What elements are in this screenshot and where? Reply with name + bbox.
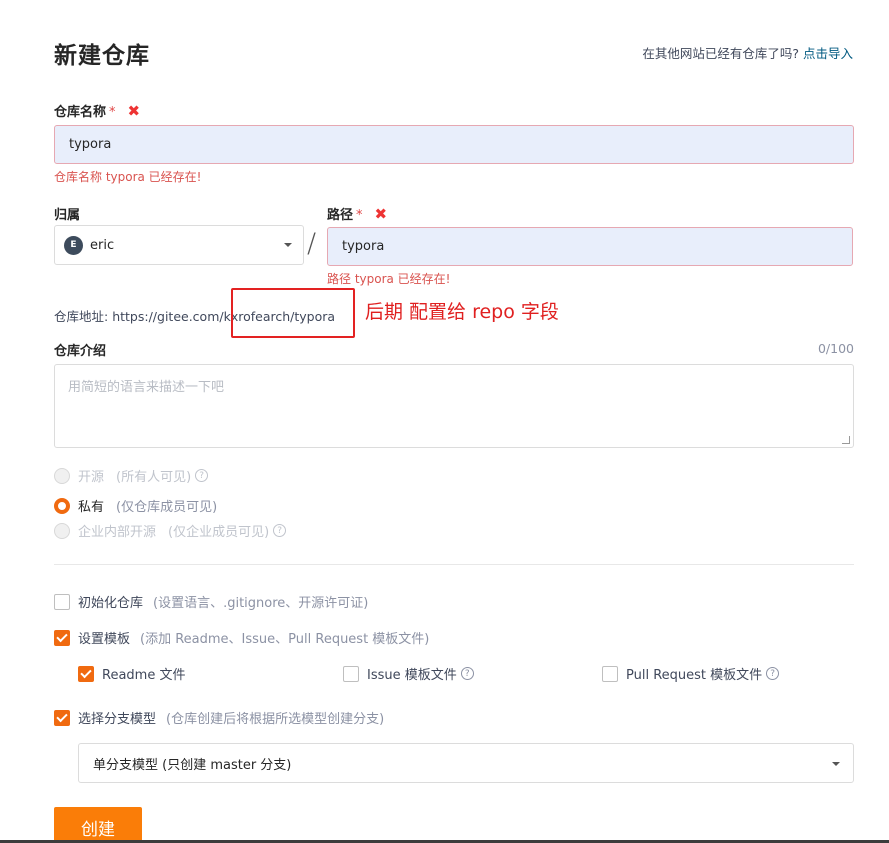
checkbox-icon	[602, 665, 618, 682]
checkbox-checked-icon	[78, 665, 94, 682]
description-counter: 0/100	[817, 341, 854, 356]
init-repo-checkbox[interactable]: 初始化仓库 (设置语言、.gitignore、开源许可证)	[54, 592, 368, 611]
radio-icon	[54, 522, 70, 539]
help-icon[interactable]: ?	[273, 524, 287, 537]
repo-name-input[interactable]: typora	[54, 125, 854, 164]
readme-checkbox[interactable]: Readme 文件	[78, 664, 185, 683]
branch-model-value: 单分支模型 (只创建 master 分支)	[93, 757, 292, 773]
page-title: 新建仓库	[54, 43, 150, 69]
divider	[54, 564, 854, 565]
path-error: 路径 typora 已经存在!	[327, 272, 451, 286]
description-textarea[interactable]: 用简短的语言来描述一下吧	[54, 364, 854, 448]
checkbox-icon	[343, 665, 359, 682]
description-label: 仓库介绍	[54, 344, 107, 359]
owner-select[interactable]: E eric	[54, 225, 304, 265]
radio-icon	[54, 467, 70, 484]
chevron-down-icon	[284, 243, 292, 247]
help-icon[interactable]: ?	[766, 667, 780, 680]
path-input[interactable]: typora	[327, 227, 853, 266]
annotation-highlight-box	[231, 288, 355, 338]
checkbox-checked-icon	[54, 709, 70, 726]
import-prompt: 在其他网站已经有仓库了吗? 点击导入	[642, 43, 853, 62]
error-x-icon: ✖	[374, 205, 388, 223]
checkbox-checked-icon	[54, 629, 70, 646]
repo-name-label: 仓库名称 * ✖	[54, 102, 141, 120]
help-icon[interactable]: ?	[195, 469, 209, 482]
annotation-text: 后期 配置给 repo 字段	[365, 301, 559, 323]
repo-address-label: 仓库地址:	[54, 309, 109, 324]
template-checkbox[interactable]: 设置模板 (添加 Readme、Issue、Pull Request 模板文件)	[54, 628, 429, 647]
avatar: E	[64, 235, 83, 255]
branch-model-select[interactable]: 单分支模型 (只创建 master 分支)	[78, 743, 854, 783]
error-x-icon: ✖	[127, 102, 141, 120]
radio-checked-icon	[54, 497, 70, 514]
repo-name-error: 仓库名称 typora 已经存在!	[54, 170, 202, 184]
branch-model-checkbox[interactable]: 选择分支模型 (仓库创建后将根据所选模型创建分支)	[54, 708, 384, 727]
radio-private[interactable]: 私有 (仅仓库成员可见)	[54, 496, 217, 515]
radio-public[interactable]: 开源 (所有人可见) ?	[54, 466, 209, 485]
required-mark: *	[356, 208, 363, 223]
chevron-down-icon	[832, 762, 840, 766]
owner-name: eric	[90, 237, 115, 253]
checkbox-icon	[54, 593, 70, 610]
resize-handle-icon[interactable]	[842, 436, 850, 444]
create-button[interactable]: 创建	[54, 807, 142, 843]
repo-address-prefix: https://gitee.com/	[112, 309, 224, 324]
import-link[interactable]: 点击导入	[803, 46, 853, 61]
owner-label: 归属	[54, 208, 81, 223]
import-question: 在其他网站已经有仓库了吗?	[642, 46, 799, 61]
pr-template-checkbox[interactable]: Pull Request 模板文件 ?	[602, 664, 780, 683]
help-icon[interactable]: ?	[460, 667, 474, 680]
path-separator: /	[307, 228, 317, 259]
path-label: 路径 * ✖	[327, 205, 388, 223]
radio-enterprise[interactable]: 企业内部开源 (仅企业成员可见) ?	[54, 521, 287, 540]
issue-template-checkbox[interactable]: Issue 模板文件 ?	[343, 664, 474, 683]
description-placeholder: 用简短的语言来描述一下吧	[68, 380, 225, 395]
required-mark: *	[109, 105, 116, 120]
